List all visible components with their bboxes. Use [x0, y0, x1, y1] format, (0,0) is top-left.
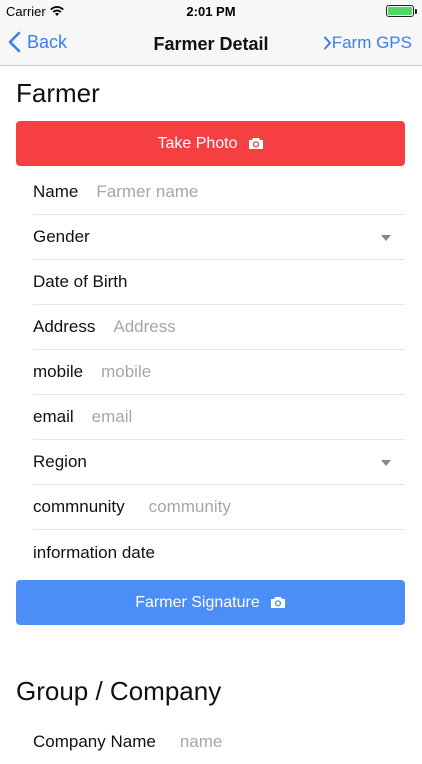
- take-photo-button[interactable]: Take Photo: [16, 121, 405, 166]
- email-input[interactable]: [91, 407, 405, 427]
- community-label: commnunity: [33, 497, 125, 516]
- community-row: commnunity: [33, 485, 405, 530]
- farm-gps-label: Farm GPS: [331, 33, 412, 52]
- region-row[interactable]: Region: [33, 440, 405, 485]
- chevron-left-icon: [8, 31, 21, 53]
- camera-icon: [270, 597, 285, 608]
- region-label: Region: [33, 452, 87, 471]
- email-row: email: [33, 395, 405, 440]
- group-section-title: Group / Company: [16, 676, 222, 706]
- navigation-bar: Back Farmer Detail Farm GPS: [0, 22, 422, 66]
- mobile-row: mobile: [33, 350, 405, 395]
- mobile-input[interactable]: [101, 362, 405, 382]
- date-of-birth-label: Date of Birth: [33, 272, 128, 291]
- name-label: Name: [33, 182, 79, 201]
- take-photo-label: Take Photo: [157, 134, 238, 152]
- information-date-row[interactable]: information date: [33, 530, 405, 575]
- gender-row[interactable]: Gender: [33, 215, 405, 260]
- farmer-signature-button[interactable]: Farmer Signature: [16, 580, 405, 625]
- company-name-input[interactable]: [179, 731, 405, 752]
- farm-gps-button[interactable]: Farm GPS: [323, 33, 412, 53]
- date-of-birth-row[interactable]: Date of Birth: [33, 260, 405, 305]
- company-name-row: Company Name: [33, 719, 405, 764]
- dropdown-arrow-icon: [381, 235, 391, 241]
- company-name-label: Company Name: [33, 731, 156, 751]
- farmer-signature-label: Farmer Signature: [135, 593, 260, 611]
- mobile-label: mobile: [33, 362, 84, 381]
- name-row: Name: [33, 170, 405, 215]
- status-time: 2:01 PM: [186, 4, 236, 19]
- battery-icon: [386, 5, 417, 17]
- email-label: email: [33, 407, 74, 426]
- address-label: Address: [33, 317, 96, 336]
- address-row: Address: [33, 305, 405, 350]
- information-date-label: information date: [33, 542, 155, 562]
- camera-icon: [248, 138, 263, 149]
- chevron-right-icon: [323, 36, 331, 50]
- back-label: Back: [27, 31, 68, 52]
- status-bar: Carrier 2:01 PM: [0, 0, 422, 22]
- address-input[interactable]: [113, 317, 405, 337]
- community-input[interactable]: [148, 497, 405, 517]
- dropdown-arrow-icon: [381, 460, 391, 466]
- name-input[interactable]: [96, 182, 405, 202]
- farmer-section-title: Farmer: [16, 78, 100, 108]
- back-button[interactable]: Back: [8, 31, 67, 53]
- gender-label: Gender: [33, 227, 90, 246]
